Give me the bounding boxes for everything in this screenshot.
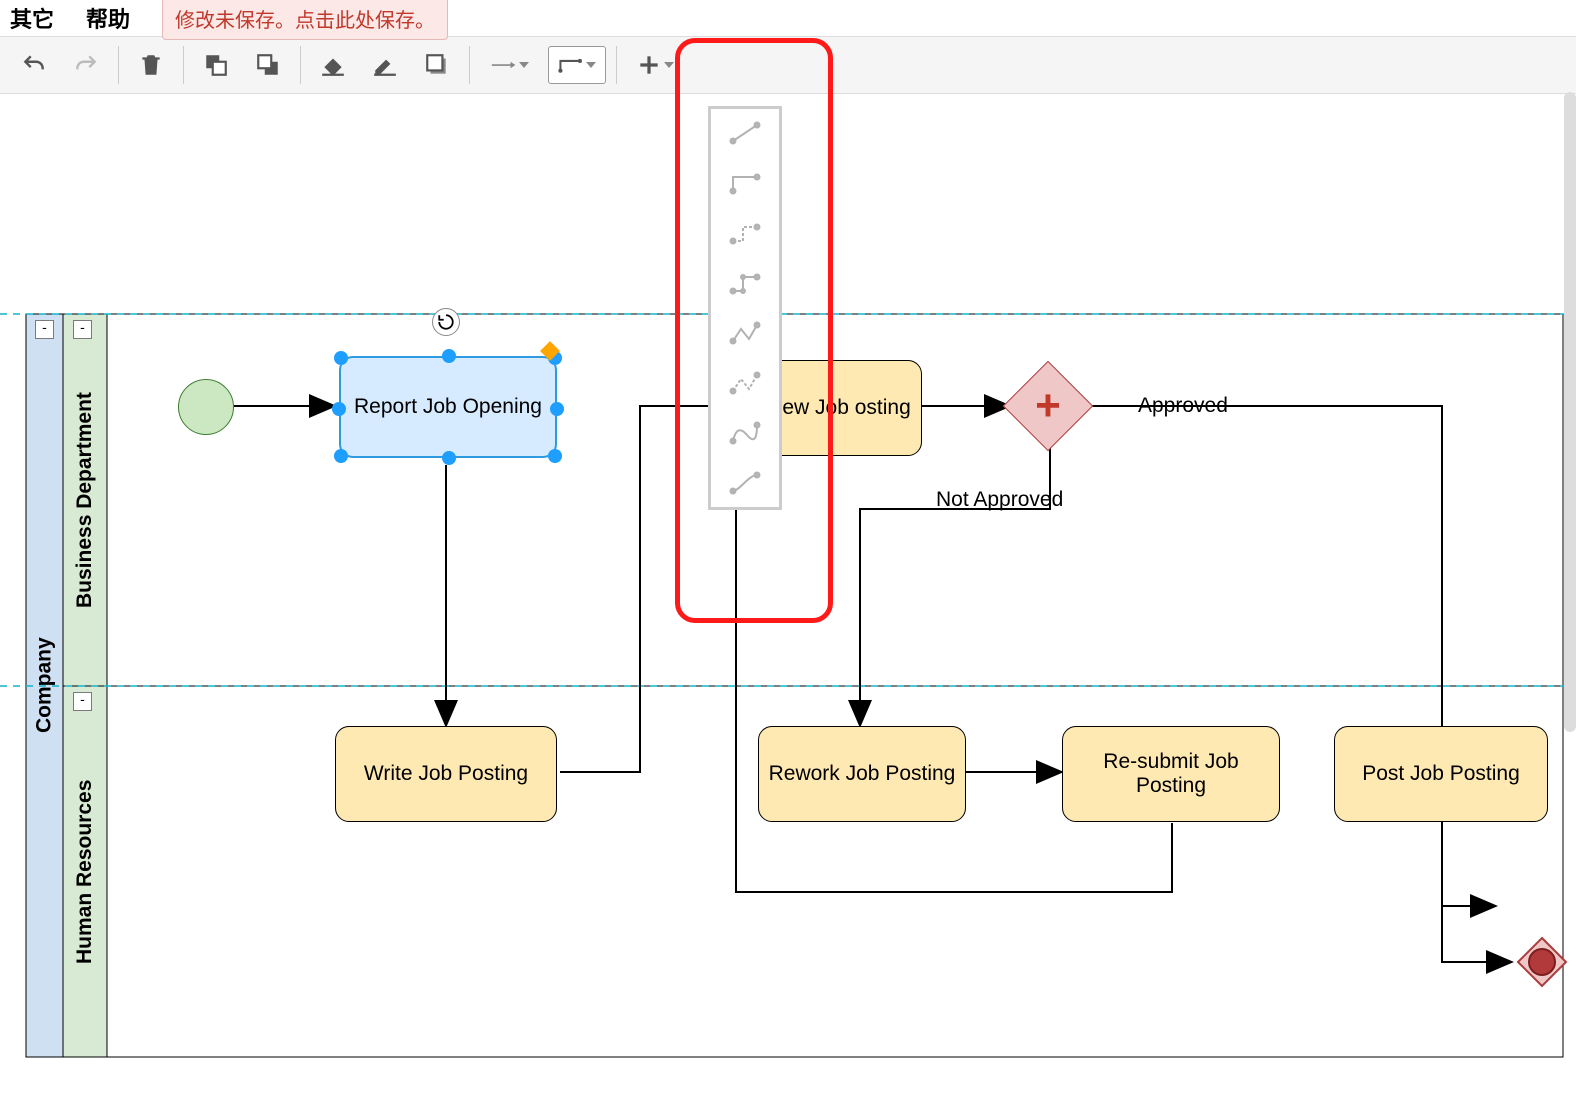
lane1-collapse-2[interactable]: - [73,320,92,339]
undo-button[interactable] [12,43,56,87]
task-rework-job[interactable]: Rework Job Posting [758,726,966,822]
lane2-collapse[interactable]: - [73,692,92,711]
task-write-job[interactable]: Write Job Posting [335,726,557,822]
edge-approved-label: Approved [1138,394,1228,418]
waypoint-option-isometric[interactable] [722,265,768,301]
task-report-job[interactable]: Report Job Opening [339,356,557,458]
menu-other[interactable]: 其它 [10,2,54,34]
pool-label: Company [27,314,62,1057]
shadow-button[interactable] [415,43,459,87]
canvas[interactable]: Company Business Department Human Resour… [0,92,1564,1120]
add-dropdown[interactable] [627,43,683,87]
task-rework-job-label: Rework Job Posting [769,762,956,786]
line-color-button[interactable] [363,43,407,87]
start-event[interactable] [178,379,234,435]
gateway-approve[interactable]: + [1016,374,1080,438]
toolbar [0,36,1576,94]
task-post-job-label: Post Job Posting [1362,762,1520,786]
end-event[interactable] [1516,936,1568,988]
rotate-handle-icon[interactable] [432,308,460,336]
lane-hr-label: Human Resources [65,686,105,1057]
task-report-job-label: Report Job Opening [354,395,542,419]
waypoint-option-orthogonal[interactable] [722,165,768,201]
to-front-button[interactable] [194,43,238,87]
waypoint-option-smooth[interactable] [722,465,768,501]
chevron-down-icon [664,62,674,68]
toolbar-sep [118,46,119,84]
chevron-down-icon [586,62,596,68]
task-resubmit-job-label: Re-submit Job Posting [1067,750,1275,798]
lane-business-label: Business Department [65,314,105,686]
waypoint-option-dashed-zigzag[interactable] [722,365,768,401]
to-back-button[interactable] [246,43,290,87]
scrollbar-vertical[interactable] [1564,92,1576,732]
waypoint-option-zigzag[interactable] [722,315,768,351]
menubar: 其它 帮助 修改未保存。点击此处保存。 [0,0,1576,36]
edge-notapproved-label: Not Approved [936,488,1063,512]
task-write-job-label: Write Job Posting [364,762,528,786]
waypoint-style-panel [708,106,782,510]
toolbar-sep [300,46,301,84]
toolbar-sep [469,46,470,84]
redo-button[interactable] [64,43,108,87]
task-review-job-label: view Job osting [767,396,911,420]
waypoint-option-curved[interactable] [722,415,768,451]
delete-button[interactable] [129,43,173,87]
waypoint-style-dropdown[interactable] [548,46,606,84]
arrow-style-dropdown[interactable] [480,43,540,87]
chevron-down-icon [519,62,529,68]
toolbar-sep [183,46,184,84]
task-resubmit-job[interactable]: Re-submit Job Posting [1062,726,1280,822]
task-post-job[interactable]: Post Job Posting [1334,726,1548,822]
fill-color-button[interactable] [311,43,355,87]
waypoint-option-orthogonal-alt[interactable] [722,215,768,251]
waypoint-option-straight[interactable] [722,115,768,151]
unsaved-warning[interactable]: 修改未保存。点击此处保存。 [162,0,448,40]
menu-help[interactable]: 帮助 [86,2,130,34]
lane1-collapse[interactable]: - [35,320,54,339]
toolbar-sep [616,46,617,84]
